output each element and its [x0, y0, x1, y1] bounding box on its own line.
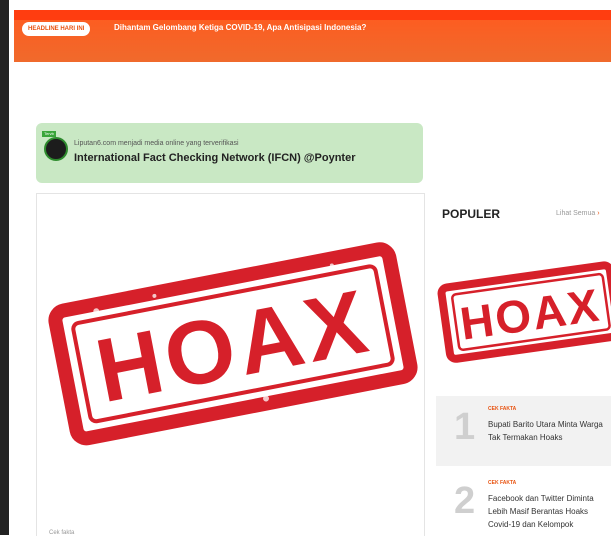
populer-rank: 2: [454, 480, 476, 522]
window-left-edge: [0, 0, 9, 535]
see-all-link[interactable]: Lihat Semua ›: [556, 210, 600, 217]
article-category: Cek fakta: [49, 530, 75, 536]
populer-category: CEK FAKTA: [488, 406, 517, 412]
populer-hoax-image[interactable]: HOAX: [436, 255, 611, 385]
article-card[interactable]: HOAX Cek fakta: [36, 193, 425, 536]
hoax-stamp-image: HOAX: [48, 242, 418, 446]
populer-category: CEK FAKTA: [488, 480, 517, 486]
headline-link[interactable]: Dihantam Gelombang Ketiga COVID-19, Apa …: [114, 23, 366, 32]
populer-item[interactable]: 1 CEK FAKTA Bupati Barito Utara Minta Wa…: [436, 396, 611, 466]
verification-banner[interactable]: Tervb Liputan6.com menjadi media online …: [36, 123, 423, 183]
populer-item-title[interactable]: Facebook dan Twitter Diminta Lebih Masif…: [488, 492, 608, 531]
populer-item[interactable]: 2 CEK FAKTA Facebook dan Twitter Diminta…: [436, 470, 611, 535]
chevron-right-icon: ›: [597, 210, 600, 217]
verification-subtext: Liputan6.com menjadi media online yang t…: [74, 140, 239, 147]
verification-title: International Fact Checking Network (IFC…: [74, 152, 356, 164]
verified-tag: Tervb: [42, 131, 56, 137]
headline-badge: HEADLINE HARI INI: [22, 22, 91, 36]
ifcn-logo-icon: [44, 137, 68, 161]
populer-item-title[interactable]: Bupati Barito Utara Minta Warga Tak Term…: [488, 418, 608, 444]
populer-rank: 1: [454, 406, 476, 448]
headline-bar-strip: [14, 10, 611, 20]
populer-heading: POPULER: [442, 207, 501, 221]
see-all-label: Lihat Semua: [556, 210, 596, 217]
